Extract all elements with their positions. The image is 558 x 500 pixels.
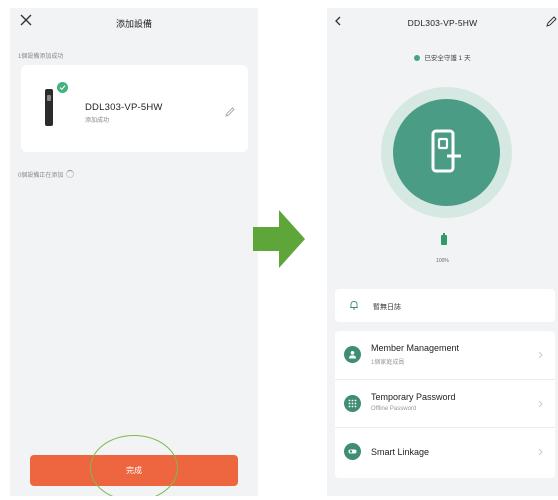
menu-item-title: Smart Linkage — [371, 447, 430, 457]
guard-status-text: 已安全守護 1 天 — [424, 55, 471, 62]
toggle-icon — [344, 443, 361, 460]
success-count-label: 1個設備添加成功 — [18, 54, 64, 60]
edit-pencil-icon[interactable] — [546, 15, 558, 27]
log-label: 暫無日誌 — [373, 304, 401, 311]
person-icon — [344, 346, 361, 363]
device-detail-screen: DDL303-VP-5HW 已安全守護 1 天 100% 暫無日誌 Member… — [327, 8, 558, 496]
lock-status-ring — [381, 87, 512, 218]
device-title: DDL303-VP-5HW — [407, 18, 478, 28]
chevron-right-icon — [538, 448, 543, 456]
menu-item-subtitle: Offline Password — [371, 406, 417, 412]
shield-check-icon — [414, 55, 421, 61]
pending-count-text: 0個設備正在添加 — [18, 173, 64, 179]
highlight-circle — [90, 435, 178, 496]
menu-item-smart-linkage[interactable]: Smart Linkage — [335, 427, 555, 475]
right-arrow-icon — [253, 210, 305, 268]
page-title: 添加設備 — [115, 19, 152, 29]
menu-item-temporary-password[interactable]: Temporary Password Offline Password — [335, 379, 555, 427]
add-device-header: 添加設備 — [10, 8, 258, 38]
add-device-screen: 添加設備 1個設備添加成功 DDL303-VP-5HW 添加成功 0個設備正在添… — [10, 8, 258, 496]
device-card: DDL303-VP-5HW 添加成功 — [21, 65, 248, 152]
device-status: 添加成功 — [85, 118, 110, 124]
bell-icon — [350, 301, 358, 310]
battery-percentage: 100% — [436, 258, 449, 264]
unlock-button[interactable] — [393, 99, 500, 206]
door-lock-icon — [431, 129, 461, 173]
device-detail-header: DDL303-VP-5HW — [327, 8, 558, 38]
chevron-right-icon — [538, 351, 543, 359]
menu-item-member-management[interactable]: Member Management 1個家庭成員 — [335, 331, 555, 378]
settings-menu: Member Management 1個家庭成員 Temporary Passw… — [335, 331, 555, 478]
door-lock-image — [45, 89, 53, 126]
device-name: DDL303-VP-5HW — [85, 102, 163, 113]
menu-item-title: Temporary Password — [371, 392, 456, 402]
pending-count-label: 0個設備正在添加 — [18, 170, 75, 179]
edit-pencil-icon[interactable] — [225, 107, 235, 117]
chevron-right-icon — [538, 400, 543, 408]
menu-item-title: Member Management — [371, 343, 460, 353]
check-icon — [57, 82, 68, 93]
battery-icon — [441, 233, 447, 245]
log-entry-button[interactable]: 暫無日誌 — [335, 289, 555, 322]
menu-item-subtitle: 1個家庭成員 — [371, 360, 405, 366]
guard-status: 已安全守護 1 天 — [327, 52, 558, 62]
loading-spinner-icon — [66, 170, 75, 178]
keypad-icon — [344, 395, 361, 412]
